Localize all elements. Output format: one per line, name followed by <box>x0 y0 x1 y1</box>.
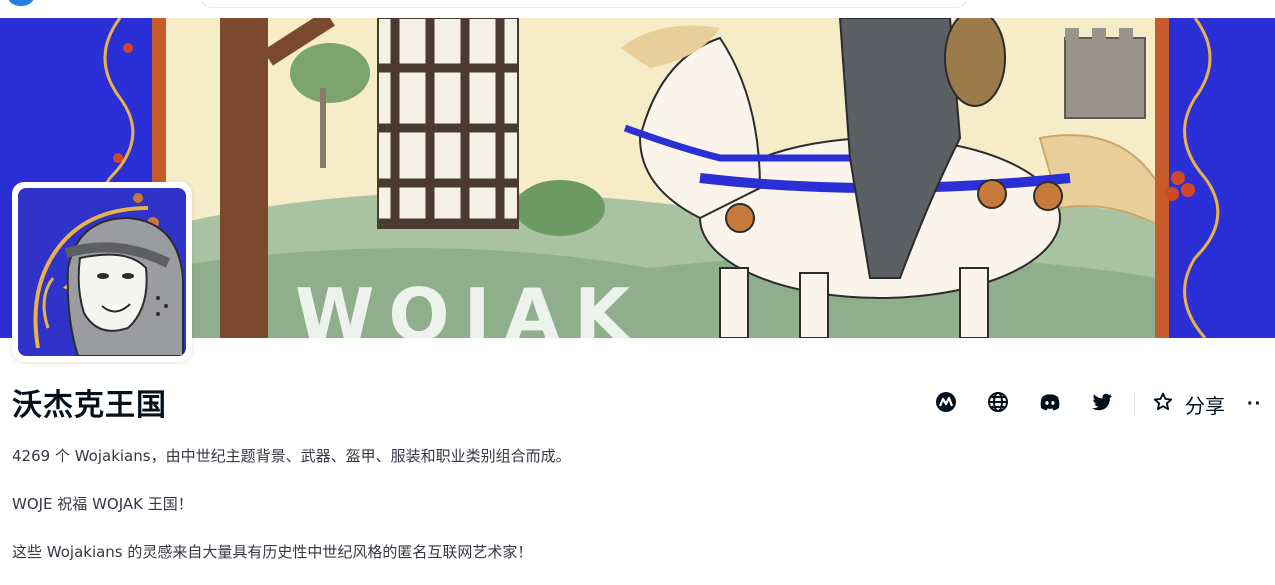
site-logo[interactable] <box>8 0 34 6</box>
share-button[interactable]: 分享 <box>1185 390 1225 419</box>
collection-description-line-2: WOJE 祝福 WOJAK 王国！ <box>12 495 193 513</box>
twitter-icon <box>1090 390 1114 419</box>
banner-wojak-lettering: WOJAK <box>295 273 644 338</box>
twitter-button[interactable] <box>1076 386 1128 422</box>
top-navigation-bar <box>0 0 1275 18</box>
favorite-button[interactable] <box>1145 386 1181 422</box>
discord-button[interactable] <box>1024 386 1076 422</box>
star-icon <box>1152 391 1174 418</box>
collection-actions-bar: 分享 ·· <box>920 386 1262 422</box>
activity-icon <box>934 390 958 419</box>
more-options-button[interactable]: ·· <box>1247 393 1262 416</box>
discord-icon <box>1038 390 1062 419</box>
actions-divider <box>1134 392 1135 416</box>
knight-avatar-image <box>18 188 186 356</box>
collection-avatar[interactable] <box>12 182 192 362</box>
collection-description-line-3: 这些 Wojakians 的灵感来自大量具有历史性中世纪风格的匿名互联网艺术家！ <box>12 543 533 561</box>
globe-icon <box>986 390 1010 419</box>
search-input[interactable] <box>200 0 968 8</box>
collection-description-line-1: 4269 个 Wojakians，由中世纪主题背景、武器、盔甲、服装和职业类别组… <box>12 447 571 465</box>
collection-title: 沃杰克王国 <box>12 388 167 423</box>
activity-button[interactable] <box>920 386 972 422</box>
website-button[interactable] <box>972 386 1024 422</box>
